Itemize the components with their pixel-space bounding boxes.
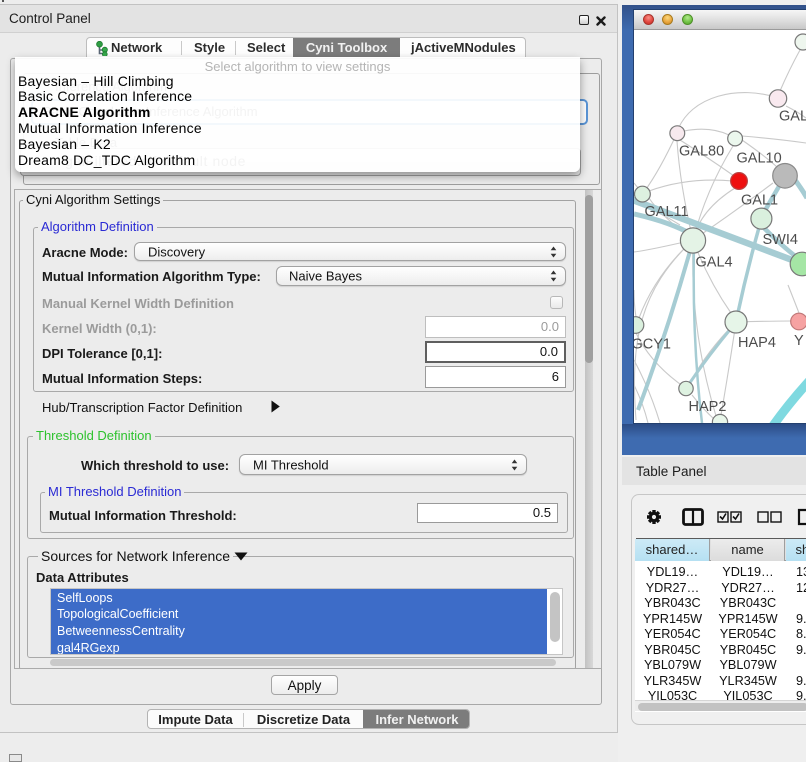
svg-text:GAL2: GAL2 [779,108,806,124]
svg-text:HAP2: HAP2 [689,399,727,415]
svg-text:GAL4: GAL4 [696,254,733,270]
svg-text:GAL1: GAL1 [741,192,778,208]
svg-text:Y: Y [794,333,804,349]
svg-text:SWI4: SWI4 [763,232,798,248]
svg-text:HAP4: HAP4 [738,335,776,351]
svg-text:GAL80: GAL80 [679,143,724,159]
svg-text:GAL10: GAL10 [737,150,782,166]
svg-text:GCY1: GCY1 [634,336,671,352]
svg-text:GAL11: GAL11 [645,204,689,220]
